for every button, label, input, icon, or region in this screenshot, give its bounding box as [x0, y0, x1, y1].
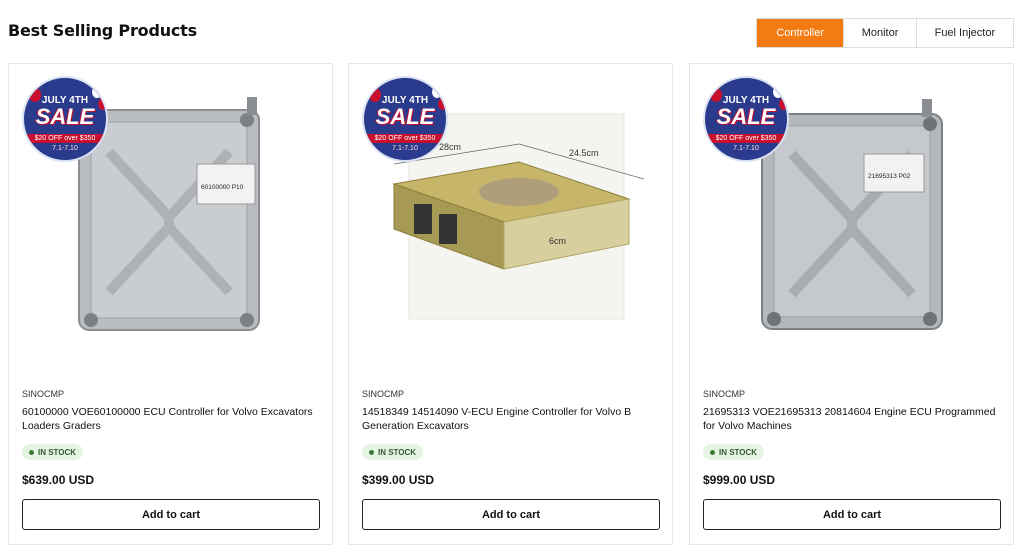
- product-card[interactable]: 28cm 24.5cm 6cm JULY 4TH SALE $20 OFF ov…: [348, 63, 673, 545]
- product-card[interactable]: 21695313 P02 JULY 4TH SALE $20 OFF over …: [689, 63, 1014, 545]
- product-price: $399.00 USD: [362, 473, 435, 487]
- add-to-cart-button[interactable]: Add to cart: [22, 499, 320, 530]
- stock-dot-icon: [710, 449, 715, 455]
- stock-badge: IN STOCK: [703, 444, 765, 460]
- svg-text:21695313 P02: 21695313 P02: [868, 173, 911, 180]
- svg-text:24.5cm: 24.5cm: [569, 148, 599, 158]
- tab-controller[interactable]: Controller: [757, 19, 844, 47]
- product-price: $999.00 USD: [703, 473, 776, 487]
- july-4th-sale-badge: JULY 4TH SALE $20 OFF over $350 7.1-7.10: [703, 76, 789, 162]
- july-4th-sale-badge: JULY 4TH SALE $20 OFF over $350 7.1-7.10: [362, 76, 448, 162]
- stock-dot-icon: [29, 449, 34, 455]
- product-title[interactable]: 14518349 14514090 V-ECU Engine Controlle…: [362, 405, 662, 433]
- tab-monitor[interactable]: Monitor: [843, 19, 916, 47]
- section-title: Best Selling Products: [8, 21, 197, 40]
- product-price: $639.00 USD: [22, 473, 95, 487]
- product-vendor: SINOCMP: [362, 389, 405, 399]
- product-vendor: SINOCMP: [703, 389, 746, 399]
- tab-fuel-injector[interactable]: Fuel Injector: [915, 19, 1013, 47]
- product-title[interactable]: 60100000 VOE60100000 ECU Controller for …: [22, 405, 322, 433]
- product-card[interactable]: 60100000 P10 JULY 4TH SALE $20 OFF over …: [8, 63, 333, 545]
- svg-text:6cm: 6cm: [549, 236, 566, 246]
- category-tabs: Controller Monitor Fuel Injector: [756, 18, 1014, 48]
- product-vendor: SINOCMP: [22, 389, 65, 399]
- stock-dot-icon: [369, 449, 374, 455]
- product-title[interactable]: 21695313 VOE21695313 20814604 Engine ECU…: [703, 405, 1003, 433]
- stock-badge: IN STOCK: [22, 444, 84, 460]
- july-4th-sale-badge: JULY 4TH SALE $20 OFF over $350 7.1-7.10: [22, 76, 108, 162]
- add-to-cart-button[interactable]: Add to cart: [703, 499, 1001, 530]
- stock-badge: IN STOCK: [362, 444, 424, 460]
- add-to-cart-button[interactable]: Add to cart: [362, 499, 660, 530]
- svg-text:60100000 P10: 60100000 P10: [201, 184, 244, 191]
